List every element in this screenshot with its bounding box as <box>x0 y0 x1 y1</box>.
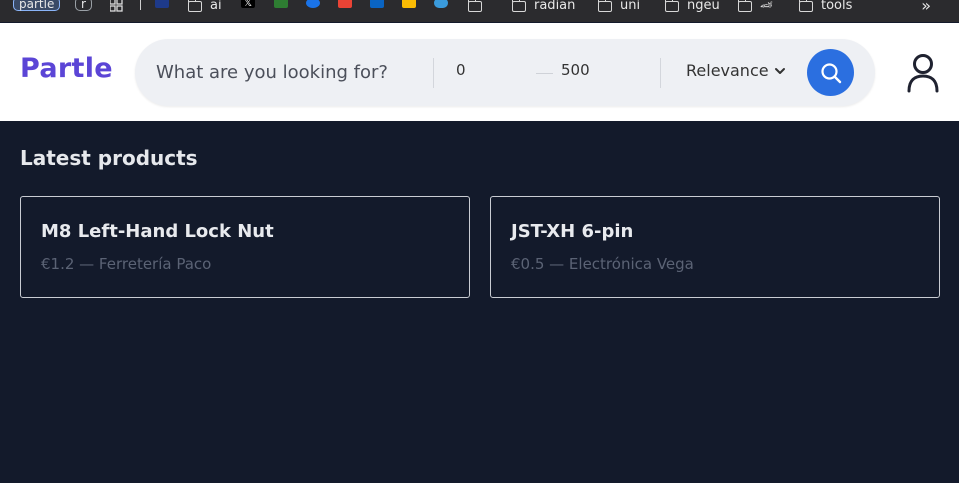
price-max-input[interactable] <box>561 61 631 79</box>
sort-label: Relevance <box>686 61 769 80</box>
bookmark-folder-ngeu[interactable]: ngeu <box>665 0 720 16</box>
drive-favicon-icon[interactable] <box>402 0 416 8</box>
search-icon <box>820 62 841 83</box>
more-bookmarks-button[interactable]: » <box>921 0 931 15</box>
bookmark-r[interactable]: r <box>75 0 92 11</box>
bookmark-partle[interactable]: partle <box>13 0 61 11</box>
bookmark-folder-unnamed[interactable] <box>468 0 482 16</box>
logo[interactable]: Partle <box>20 53 113 84</box>
product-card[interactable]: JST-XH 6-pin €0.5 — Electrónica Vega <box>490 196 940 298</box>
folder-icon <box>188 0 202 12</box>
section-title: Latest products <box>20 146 198 170</box>
outlook-favicon-icon[interactable] <box>370 0 384 8</box>
check-favicon-icon[interactable] <box>306 0 320 8</box>
product-price-store: €0.5 — Electrónica Vega <box>511 255 694 273</box>
folder-icon <box>512 0 526 12</box>
bookmark-folder-radian[interactable]: radian <box>512 0 575 16</box>
main-content: Latest products M8 Left-Hand Lock Nut €1… <box>0 121 959 483</box>
product-name: M8 Left-Hand Lock Nut <box>41 221 274 242</box>
search-input[interactable] <box>156 57 416 87</box>
bookmarks-separator <box>140 0 141 10</box>
search-divider <box>433 58 434 88</box>
sort-divider <box>660 58 661 88</box>
product-price-store: €1.2 — Ferretería Paco <box>41 255 212 273</box>
bookmark-folder-ai[interactable]: ai <box>188 0 222 16</box>
folder-icon <box>468 0 482 12</box>
bookmarks-bar: partle r ai 𝕏 radian uni ngeu 🏎 tools » <box>0 0 959 22</box>
chevron-down-icon <box>774 67 785 74</box>
folder-icon <box>799 0 813 12</box>
bookmark-folder-misc[interactable]: 🏎 <box>738 0 773 16</box>
folder-icon <box>665 0 679 12</box>
gmail-favicon-icon[interactable] <box>338 0 352 8</box>
x-favicon-icon[interactable]: 𝕏 <box>241 0 255 9</box>
search-button[interactable] <box>807 49 854 96</box>
bookmark-folder-tools[interactable]: tools <box>799 0 852 16</box>
cloud-favicon-icon[interactable] <box>155 0 169 8</box>
search-bar: Relevance <box>135 39 875 106</box>
price-range-dash <box>536 73 553 74</box>
folder-icon <box>738 0 752 12</box>
apps-grid-icon[interactable] <box>110 0 123 13</box>
site-header: Partle Relevance <box>0 23 959 121</box>
user-account-icon[interactable] <box>906 53 940 93</box>
price-min-input[interactable] <box>456 61 526 79</box>
bookmark-folder-uni[interactable]: uni <box>598 0 640 16</box>
car-icon: 🏎 <box>760 0 773 11</box>
sheet-favicon-icon[interactable] <box>274 0 288 8</box>
folder-icon <box>598 0 612 12</box>
product-card[interactable]: M8 Left-Hand Lock Nut €1.2 — Ferretería … <box>20 196 470 298</box>
sort-dropdown[interactable]: Relevance <box>686 61 786 80</box>
onedrive-favicon-icon[interactable] <box>434 0 448 8</box>
product-name: JST-XH 6-pin <box>511 221 634 242</box>
